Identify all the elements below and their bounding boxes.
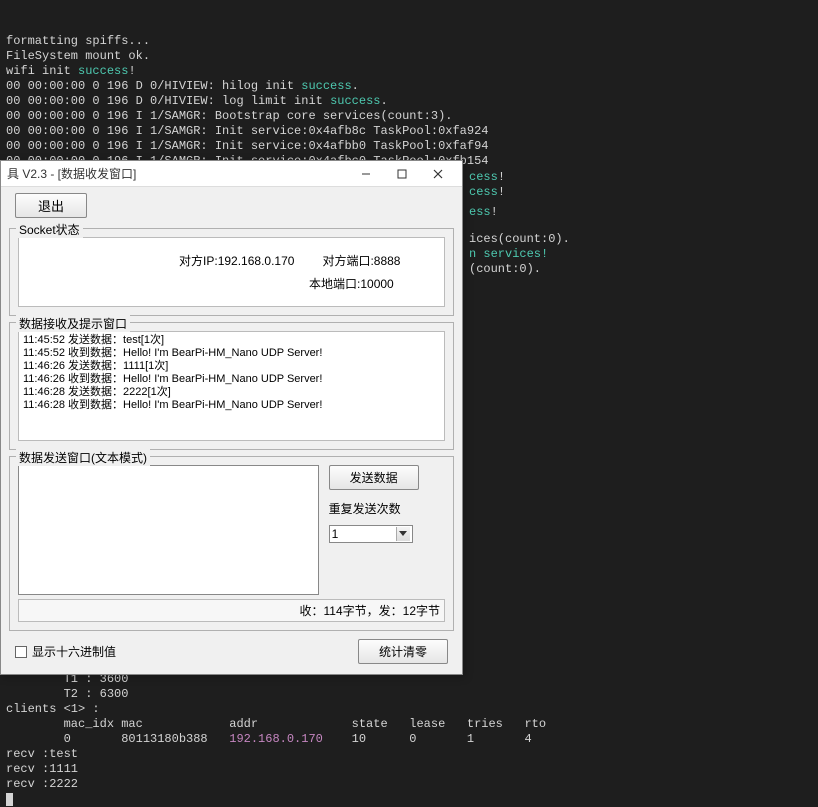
peer-port-label: 对方端口:8888 xyxy=(322,252,400,269)
byte-counter: 收：114字节，发：12字节 xyxy=(18,599,445,622)
repeat-count-select[interactable]: 1 xyxy=(329,525,413,543)
minimize-button[interactable] xyxy=(348,162,384,186)
receive-log-legend: 数据接收及提示窗口 xyxy=(16,315,130,332)
checkbox-icon xyxy=(15,646,27,658)
recv-log-line: 11:46:28 收到数据：Hello! I'm BearPi-HM_Nano … xyxy=(23,399,440,412)
dialog-titlebar[interactable]: 具 V2.3 - [数据收发窗口] xyxy=(1,161,462,187)
window-controls xyxy=(348,162,456,186)
hex-checkbox-label: 显示十六进制值 xyxy=(32,643,116,660)
recv-log-line: 11:46:26 发送数据：1111[1次] xyxy=(23,360,440,373)
close-button[interactable] xyxy=(420,162,456,186)
send-legend: 数据发送窗口(文本模式) xyxy=(16,449,150,466)
recv-log-line: 11:46:28 发送数据：2222[1次] xyxy=(23,386,440,399)
receive-log-group: 数据接收及提示窗口 11:45:52 发送数据：test[1次]11:45:52… xyxy=(9,322,454,450)
recv-log-line: 11:45:52 发送数据：test[1次] xyxy=(23,334,440,347)
receive-log[interactable]: 11:45:52 发送数据：test[1次]11:45:52 收到数据：Hell… xyxy=(18,331,445,441)
maximize-button[interactable] xyxy=(384,162,420,186)
chevron-down-icon xyxy=(396,527,410,541)
local-port-label: 本地端口:10000 xyxy=(309,275,394,292)
dialog-title: 具 V2.3 - [数据收发窗口] xyxy=(7,165,136,182)
peer-ip-label: 对方IP:192.168.0.170 xyxy=(179,252,294,269)
exit-button[interactable]: 退出 xyxy=(15,193,87,218)
recv-log-line: 11:45:52 收到数据：Hello! I'm BearPi-HM_Nano … xyxy=(23,347,440,360)
repeat-count-label: 重复发送次数 xyxy=(329,500,401,517)
socket-status-group: Socket状态 对方IP:192.168.0.170 对方端口:8888 本地… xyxy=(9,228,454,316)
send-group: 数据发送窗口(文本模式) 发送数据 重复发送次数 1 收：114字节，发：12字… xyxy=(9,456,454,631)
send-textarea[interactable] xyxy=(18,465,319,595)
stats-clear-button[interactable]: 统计清零 xyxy=(358,639,448,664)
data-transfer-dialog: 具 V2.3 - [数据收发窗口] 退出 Socket状态 对方IP:192.1… xyxy=(0,160,463,675)
repeat-value: 1 xyxy=(332,527,339,541)
send-button[interactable]: 发送数据 xyxy=(329,465,419,490)
recv-log-line: 11:46:26 收到数据：Hello! I'm BearPi-HM_Nano … xyxy=(23,373,440,386)
socket-status-legend: Socket状态 xyxy=(16,221,83,238)
hex-display-checkbox[interactable]: 显示十六进制值 xyxy=(15,643,116,660)
